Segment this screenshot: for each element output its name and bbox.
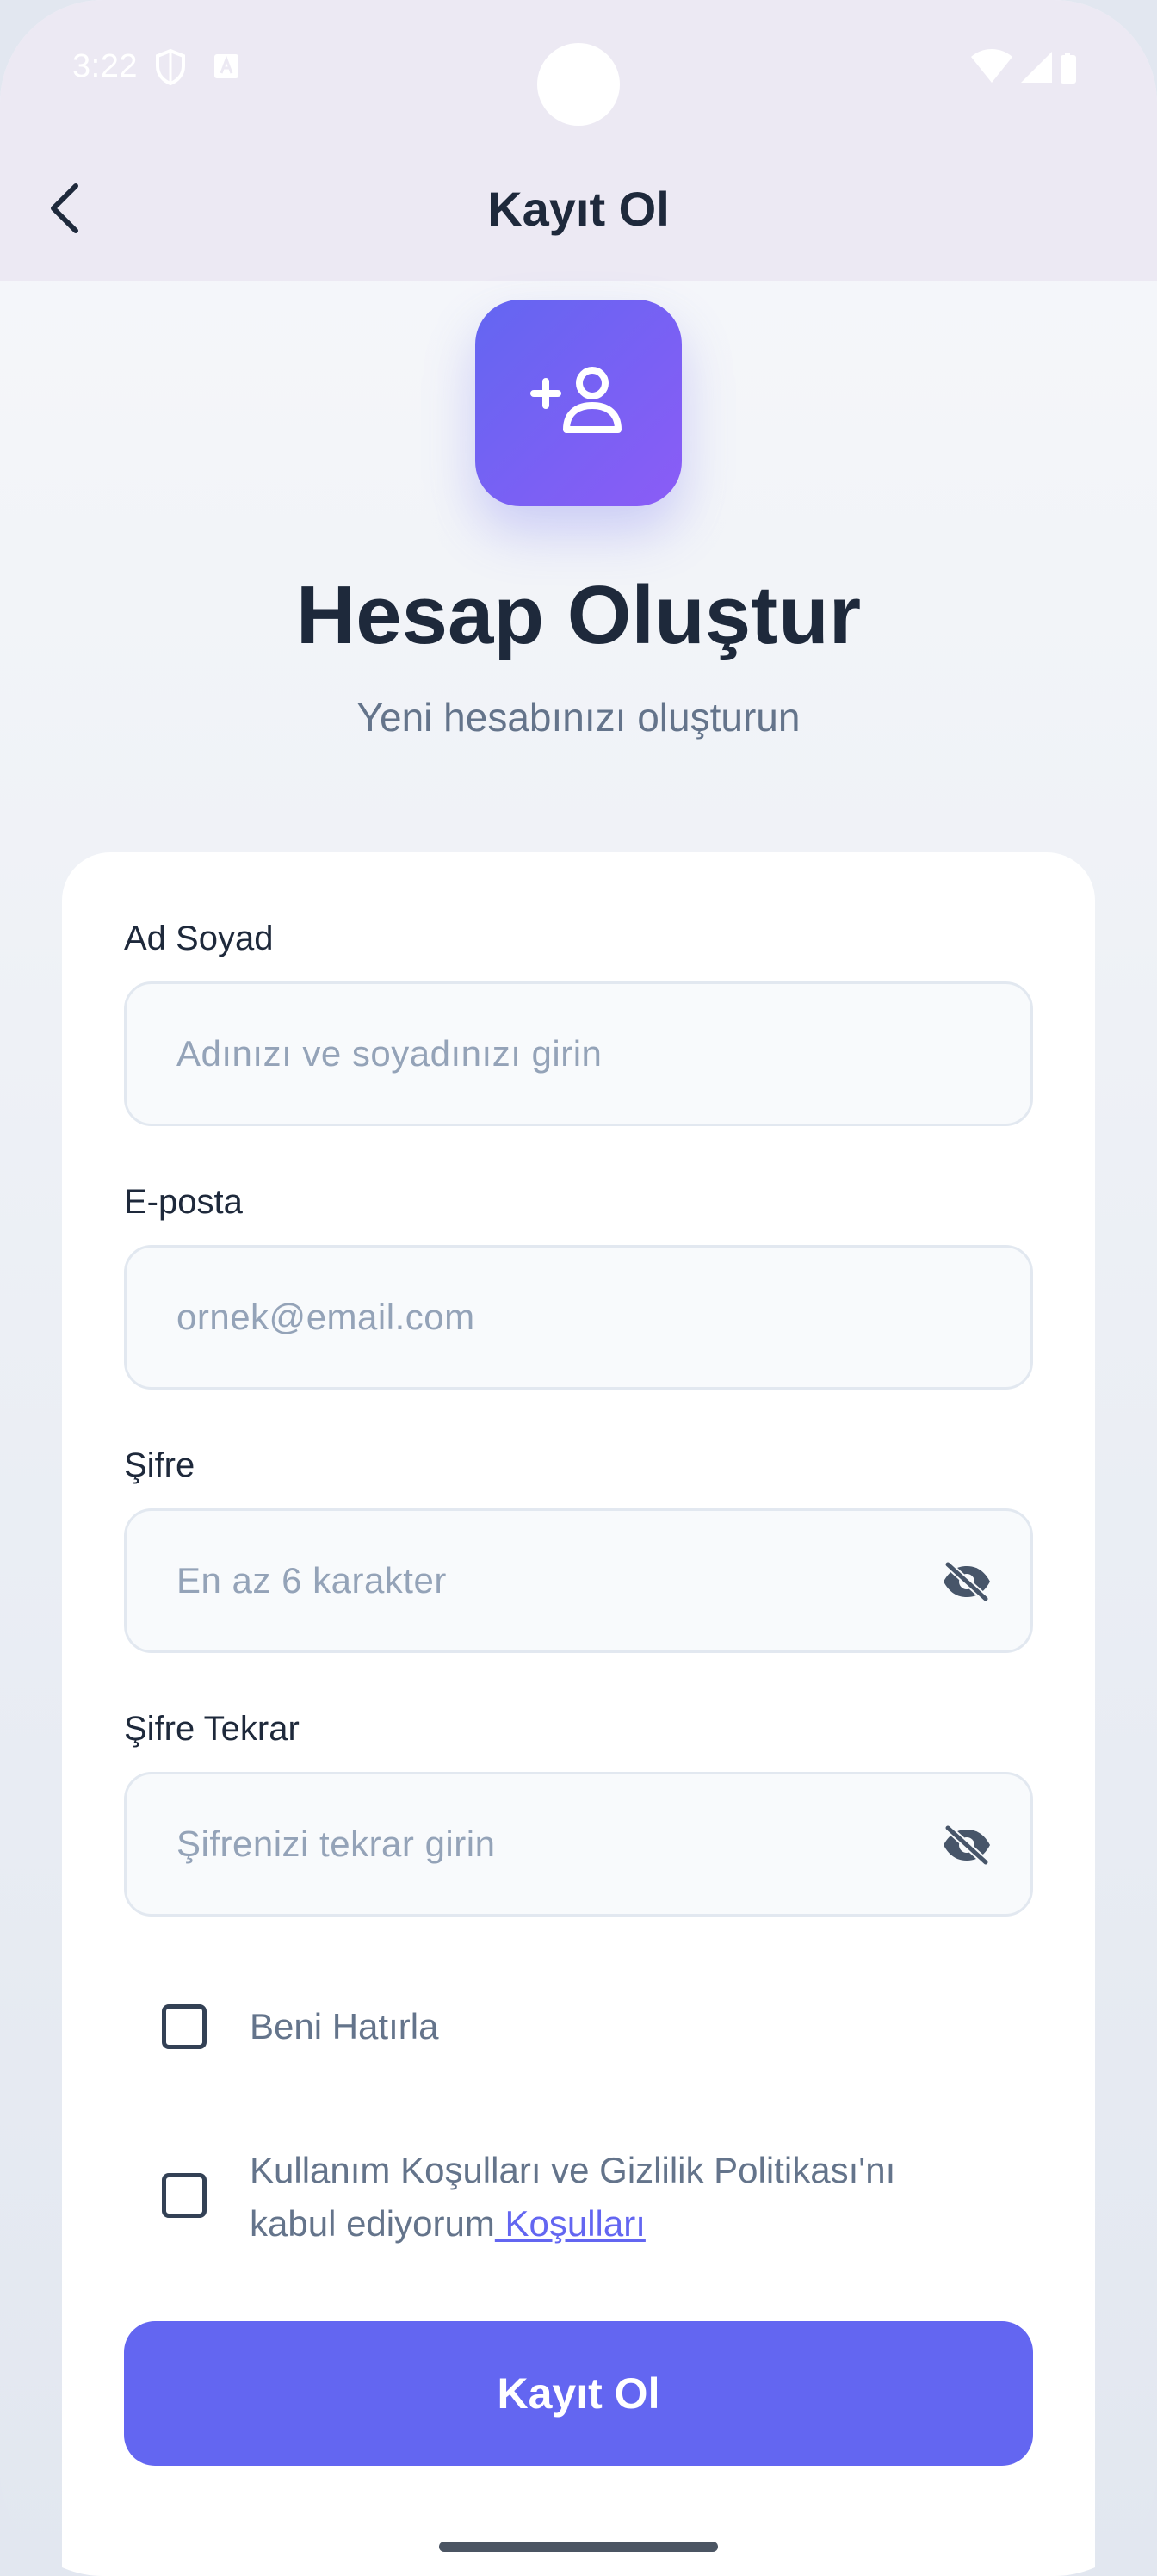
app-bar: Kayıt Ol: [0, 138, 1157, 281]
battery-icon: [1061, 53, 1076, 84]
top-area: 3:22 Kayıt Ol: [0, 0, 1157, 281]
name-input[interactable]: [176, 984, 934, 1124]
terms-link[interactable]: Koşulları: [495, 2203, 645, 2244]
status-icons: [968, 48, 1097, 90]
terms-checkbox[interactable]: [162, 2173, 207, 2218]
register-submit-button[interactable]: Kayıt Ol: [124, 2321, 1033, 2466]
person-add-icon: [527, 362, 630, 444]
remember-me-label[interactable]: Beni Hatırla: [250, 2000, 438, 2053]
shield-icon: [153, 48, 188, 90]
password-repeat-field: [124, 1772, 1033, 1917]
font-a-icon: [213, 53, 239, 84]
hero-icon-tile: [475, 300, 682, 506]
page-title: Hesap Oluştur: [295, 569, 862, 661]
signal-icon: [1021, 52, 1052, 83]
password-repeat-input[interactable]: [176, 1774, 934, 1914]
password-repeat-visibility-toggle[interactable]: [934, 1814, 999, 1879]
status-bar: 3:22: [0, 0, 1157, 138]
eye-off-icon: [941, 1561, 993, 1607]
email-input[interactable]: [176, 1248, 934, 1387]
page-subtitle: Yeni hesabınızı oluşturun: [356, 695, 801, 740]
camera-cutout: [537, 43, 620, 126]
app-bar-title: Kayıt Ol: [487, 182, 670, 236]
device-screen: 3:22 Kayıt Ol Hesap Oluştur Yeni hesabın…: [0, 0, 1157, 2576]
email-field: [124, 1245, 1033, 1390]
password-field: [124, 1508, 1033, 1653]
terms-text: Kullanım Koşulları ve Gizlilik Politikas…: [250, 2144, 990, 2251]
terms-row: Kullanım Koşulları ve Gizlilik Politikas…: [162, 2144, 990, 2251]
register-form-card: Ad Soyad E-posta Şifre Şifre: [62, 852, 1095, 2576]
home-indicator[interactable]: [439, 2542, 718, 2552]
remember-me-row: Beni Hatırla: [162, 2004, 438, 2053]
status-time: 3:22: [72, 48, 138, 84]
email-label: E-posta: [124, 1183, 243, 1221]
password-repeat-label: Şifre Tekrar: [124, 1710, 300, 1748]
password-label: Şifre: [124, 1446, 195, 1484]
name-field: [124, 981, 1033, 1126]
wifi-icon: [971, 49, 1012, 83]
eye-off-icon: [941, 1824, 993, 1870]
remember-me-checkbox[interactable]: [162, 2004, 207, 2049]
password-input[interactable]: [176, 1511, 934, 1650]
password-visibility-toggle[interactable]: [934, 1551, 999, 1616]
name-label: Ad Soyad: [124, 920, 274, 957]
